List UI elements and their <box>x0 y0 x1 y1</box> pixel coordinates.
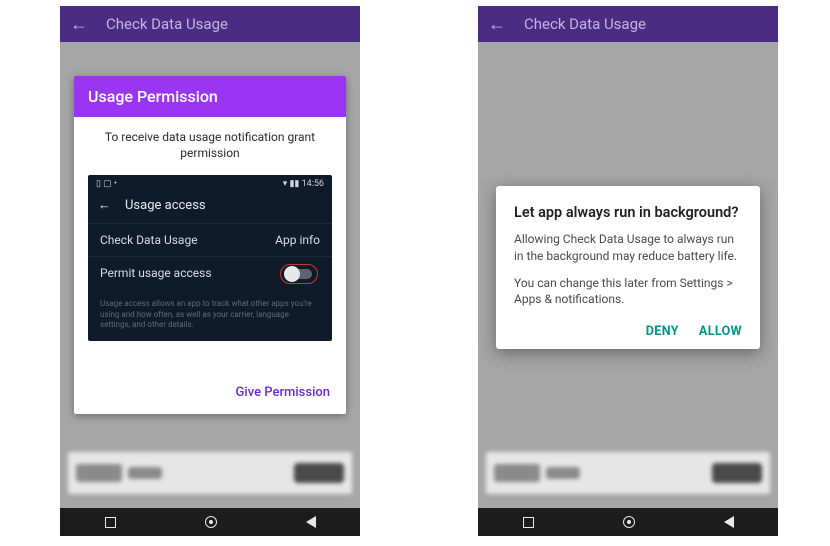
recents-icon[interactable] <box>105 517 116 528</box>
app-bar-title: Check Data Usage <box>524 15 646 33</box>
deny-button[interactable]: DENY <box>646 324 679 339</box>
recents-icon[interactable] <box>523 517 534 528</box>
inner-row-appinfo[interactable]: Check Data Usage App info <box>88 223 332 256</box>
inner-row-label: Check Data Usage <box>100 233 198 247</box>
status-bar: ▯ ▢ • ▾ ▮▮ 14:56 <box>88 175 332 191</box>
dialog-body-2: You can change this later from Settings … <box>514 275 742 309</box>
status-left-icons: ▯ ▢ • <box>96 179 117 189</box>
back-icon[interactable] <box>724 516 734 528</box>
inner-row-permit[interactable]: Permit usage access <box>88 256 332 293</box>
inner-title: Usage access <box>125 198 206 213</box>
back-icon[interactable] <box>306 516 316 528</box>
back-arrow-icon[interactable]: ← <box>70 14 88 35</box>
usage-permission-card: Usage Permission To receive data usage n… <box>74 76 346 414</box>
inner-help-text: Usage access allows an app to track what… <box>88 293 332 330</box>
embedded-settings-screenshot: ▯ ▢ • ▾ ▮▮ 14:56 ← Usage access Check Da… <box>88 175 332 340</box>
background-permission-dialog: Let app always run in background? Allowi… <box>496 186 760 349</box>
allow-button[interactable]: ALLOW <box>699 324 742 339</box>
app-bar: ← Check Data Usage <box>478 6 778 42</box>
placeholder-badge <box>712 463 762 483</box>
app-bar: ← Check Data Usage <box>60 6 360 42</box>
card-header: Usage Permission <box>74 76 346 117</box>
status-right-time: ▾ ▮▮ 14:56 <box>283 179 324 189</box>
card-action-row: Give Permission <box>74 351 346 414</box>
back-arrow-icon[interactable]: ← <box>98 197 111 213</box>
card-subtitle: To receive data usage notification grant… <box>74 117 346 175</box>
placeholder-icon <box>76 464 122 482</box>
dialog-actions: DENY ALLOW <box>514 318 742 339</box>
dialog-title: Let app always run in background? <box>514 204 742 221</box>
phone-screenshot-right: ← Check Data Usage Let app always run in… <box>478 6 778 536</box>
inner-app-bar: ← Usage access <box>88 191 332 223</box>
inner-row-value: App info <box>275 233 320 247</box>
dialog-body-1: Allowing Check Data Usage to always run … <box>514 231 742 265</box>
placeholder-text <box>546 467 580 479</box>
placeholder-text <box>128 467 162 479</box>
phone-screenshot-left: ← Check Data Usage Usage Permission To r… <box>60 6 360 536</box>
home-icon[interactable] <box>623 516 635 528</box>
inner-row-label: Permit usage access <box>100 266 212 284</box>
placeholder-icon <box>494 464 540 482</box>
list-item <box>486 452 770 494</box>
android-nav-bar <box>60 508 360 536</box>
android-nav-bar <box>478 508 778 536</box>
placeholder-badge <box>294 463 344 483</box>
permit-toggle[interactable] <box>284 266 320 284</box>
home-icon[interactable] <box>205 516 217 528</box>
give-permission-button[interactable]: Give Permission <box>236 385 330 400</box>
app-bar-title: Check Data Usage <box>106 15 228 33</box>
back-arrow-icon[interactable]: ← <box>488 14 506 35</box>
list-item <box>68 452 352 494</box>
